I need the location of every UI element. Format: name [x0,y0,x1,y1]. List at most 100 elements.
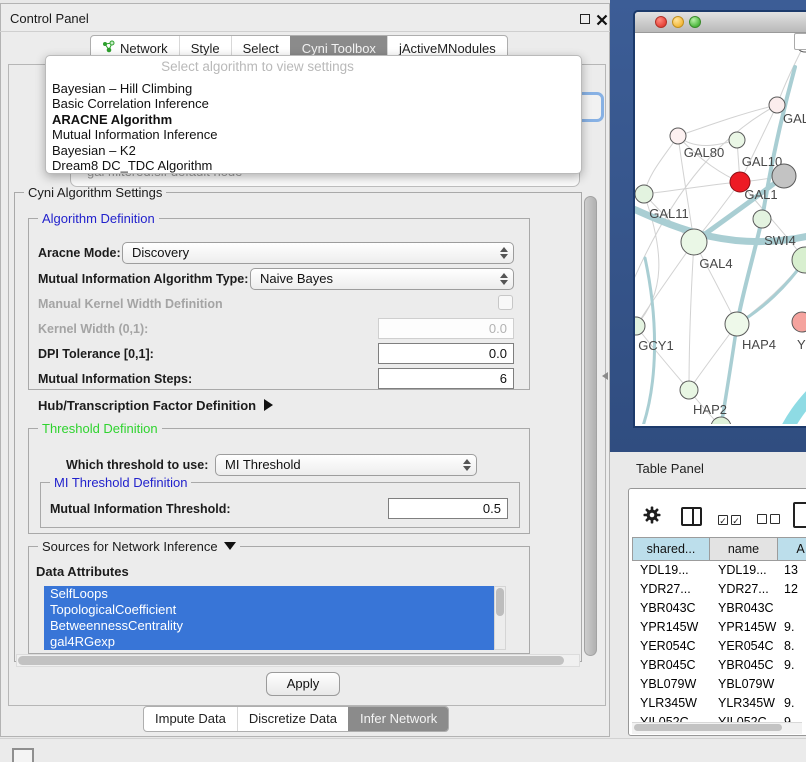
table-cell: 9. [778,656,806,675]
network-scrollbar-corner[interactable] [794,33,806,50]
table-cell: YDR27... [632,580,710,599]
export-table-icon[interactable] [793,502,806,528]
dock-panel-icon[interactable] [12,748,34,762]
chevron-right-icon [264,399,273,411]
which-threshold-combo[interactable]: MI Threshold [215,454,477,476]
network-node-swi4[interactable] [753,210,771,228]
tab-infer-network[interactable]: Infer Network [348,707,448,731]
table-row[interactable]: YIL052CYIL052C9 [632,713,806,722]
table-row[interactable]: YLR345WYLR345W9. [632,694,806,713]
table-cell: YIL052C [710,713,778,722]
attributes-scrollbar-thumb[interactable] [496,588,504,616]
algorithm-definition-legend: Algorithm Definition [38,211,159,226]
table-row[interactable]: YBL079WYBL079W [632,675,806,694]
mi-threshold-label: Mutual Information Threshold: [50,502,231,516]
mi-threshold-definition-legend: MI Threshold Definition [50,475,191,490]
table-cell: YBR043C [632,599,710,618]
table-row[interactable]: YDR27...YDR27...12 [632,580,806,599]
table-cell: YBR045C [632,656,710,675]
network-node-gal10[interactable] [729,132,745,148]
control-panel-title: Control Panel [10,11,89,26]
mi-threshold-field[interactable]: 0.5 [388,498,508,519]
tab-discretize-data[interactable]: Discretize Data [237,707,348,731]
cyni-algorithm-settings-legend: Cyni Algorithm Settings [24,185,166,200]
kernel-width-field[interactable]: 0.0 [378,318,514,339]
data-attributes-list[interactable]: SelfLoopsTopologicalCoefficientBetweenne… [44,586,506,650]
table-cell: 13 [778,561,806,580]
column-header-a[interactable]: A [778,537,806,561]
table-header-row[interactable]: shared...nameA [632,537,806,561]
table-row[interactable]: YER054CYER054C8. [632,637,806,656]
algorithm-item-aracne-algorithm[interactable]: ARACNE Algorithm [46,112,581,127]
threshold-definition-legend: Threshold Definition [38,421,162,436]
algorithm-item-mutual-information-inference[interactable]: Mutual Information Inference [46,127,581,142]
column-header-name[interactable]: name [710,537,778,561]
table-cell: YIL052C [632,713,710,722]
algorithm-placeholder: Select algorithm to view settings [46,59,581,74]
manual-kernel-checkbox[interactable] [498,295,513,310]
network-node[interactable] [792,247,806,273]
network-node-hap2[interactable] [680,381,698,399]
deselect-all-columns-icon[interactable] [757,511,783,529]
stepper-icon[interactable] [499,246,508,260]
settings-horizontal-scrollbar-thumb[interactable] [18,656,564,665]
network-node-label: SWI4 [764,233,796,248]
attribute-item-gal4rgexp[interactable]: gal4RGexp [44,634,506,650]
select-all-columns-icon[interactable]: ✓✓ [718,511,744,529]
algorithm-item-bayesian-hill-climbing[interactable]: Bayesian – Hill Climbing [46,81,581,96]
table-body[interactable]: YDL19...YDL19...13YDR27...YDR27...12YBR0… [632,561,806,722]
algorithm-item-basic-correlation-inference[interactable]: Basic Correlation Inference [46,96,581,111]
network-node-gcy1[interactable] [635,317,645,335]
table-cell: 9. [778,618,806,637]
algorithm-item-dream8-dc-tdc-algorithm[interactable]: Dream8 DC_TDC Algorithm [46,158,581,173]
mi-type-combo[interactable]: Naive Bayes [250,268,514,290]
tab-label: Infer Network [360,707,437,731]
hub-definition-expander[interactable]: Hub/Transcription Factor Definition [38,398,273,413]
network-node[interactable] [711,417,731,424]
control-panel-titlebar[interactable] [0,3,610,32]
network-node-label: GCY1 [638,338,673,353]
dpi-tolerance-label: DPI Tolerance [0,1]: [38,347,154,361]
network-node-y[interactable] [792,312,806,332]
aracne-mode-combo[interactable]: Discovery [122,242,514,264]
attribute-item-betweennesscentrality[interactable]: BetweennessCentrality [44,618,506,634]
close-traffic-light-icon[interactable] [655,16,667,28]
table-row[interactable]: YDL19...YDL19...13 [632,561,806,580]
settings-vertical-scrollbar-thumb[interactable] [584,196,597,656]
tab-label: Discretize Data [249,707,337,731]
kernel-width-label: Kernel Width (0,1): [38,322,148,336]
attribute-item-topologicalcoefficient[interactable]: TopologicalCoefficient [44,602,506,618]
hub-definition-label: Hub/Transcription Factor Definition [38,398,256,413]
table-cell: YPR145W [710,618,778,637]
gear-icon[interactable] [643,506,661,529]
status-strip [0,738,806,762]
table-horizontal-scrollbar-thumb[interactable] [634,724,782,731]
table-row[interactable]: YBR045CYBR045C9. [632,656,806,675]
table-row[interactable]: YBR043CYBR043C [632,599,806,618]
dpi-tolerance-field[interactable]: 0.0 [378,343,514,364]
table-row[interactable]: YPR145WYPR145W9. [632,618,806,637]
sources-legend[interactable]: Sources for Network Inference [38,539,240,554]
network-node-gal11[interactable] [635,185,653,203]
network-node-gal80[interactable] [670,128,686,144]
network-node[interactable] [772,164,796,188]
network-canvas[interactable]: GALGAL80GAL10GAL1GAL11SWI4GAL4GCY1HAP4YH… [635,33,806,424]
apply-button[interactable]: Apply [266,672,340,696]
tab-impute-data[interactable]: Impute Data [144,707,237,731]
float-window-icon[interactable] [580,14,590,24]
stepper-icon[interactable] [462,458,471,472]
columns-icon[interactable] [681,507,702,526]
network-node-hap4[interactable] [725,312,749,336]
minimize-traffic-light-icon[interactable] [672,16,684,28]
mi-steps-field[interactable]: 6 [378,368,514,389]
algorithm-item-bayesian-k2[interactable]: Bayesian – K2 [46,143,581,158]
table-cell: YBL079W [710,675,778,694]
panel-sash-arrow-icon[interactable] [602,372,608,380]
zoom-traffic-light-icon[interactable] [689,16,701,28]
stepper-icon[interactable] [499,272,508,286]
close-icon[interactable] [596,13,608,25]
table-cell: 9. [778,694,806,713]
attribute-item-selfloops[interactable]: SelfLoops [44,586,506,602]
column-header-shared[interactable]: shared... [632,537,710,561]
network-node-gal4[interactable] [681,229,707,255]
